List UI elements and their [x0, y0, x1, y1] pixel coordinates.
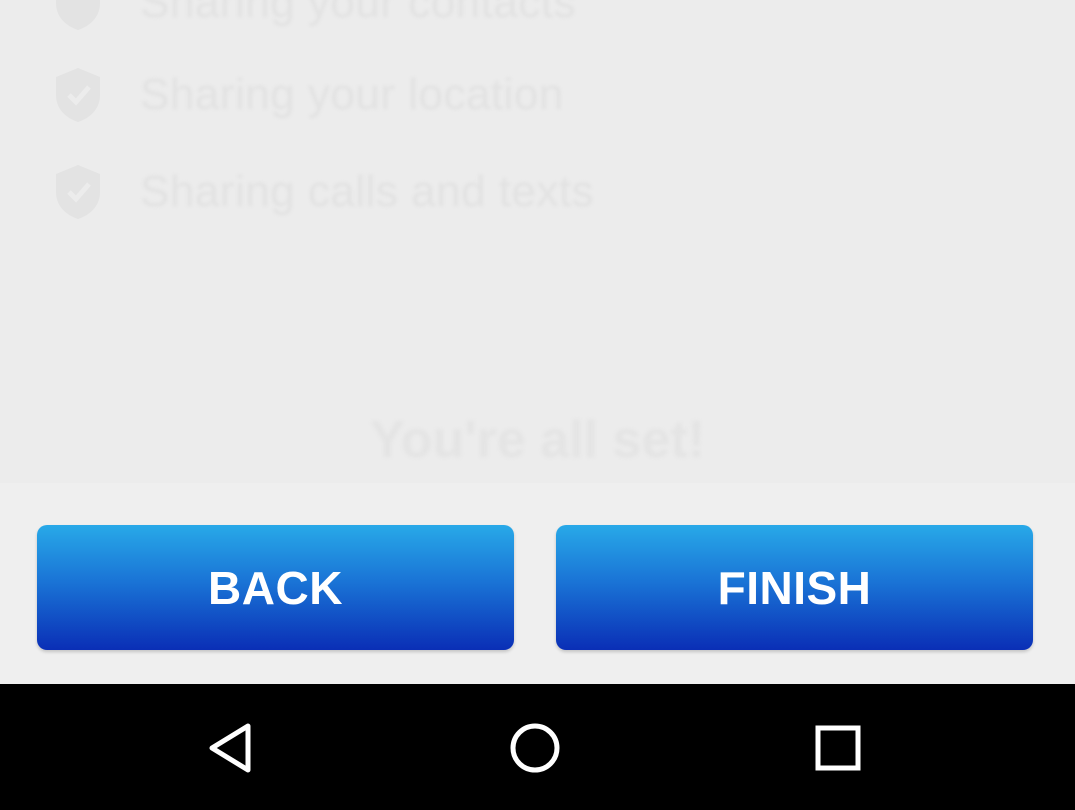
recents-square-icon[interactable] — [802, 712, 874, 784]
system-nav-bar — [0, 684, 1075, 810]
shield-icon — [52, 162, 104, 222]
home-circle-icon[interactable] — [499, 712, 571, 784]
back-triangle-icon[interactable] — [196, 712, 268, 784]
finish-button[interactable]: FINISH — [556, 525, 1033, 650]
permission-row-partial: Sharing your contacts — [52, 0, 576, 38]
screen: Sharing your contacts Sharing your locat… — [0, 0, 1075, 810]
shield-icon — [52, 0, 104, 33]
shield-icon — [52, 65, 104, 125]
permission-label: Sharing your location — [140, 70, 564, 119]
permission-label: Sharing calls and texts — [140, 167, 595, 216]
permission-row-calls: Sharing calls and texts — [52, 157, 594, 227]
back-button[interactable]: BACK — [37, 525, 514, 650]
permissions-content: Sharing your contacts Sharing your locat… — [0, 0, 1075, 483]
permission-label: Sharing your contacts — [140, 0, 577, 27]
permission-row-location: Sharing your location — [52, 60, 564, 130]
button-bar: BACK FINISH — [0, 483, 1075, 684]
ready-message: You're all set! — [369, 411, 706, 469]
